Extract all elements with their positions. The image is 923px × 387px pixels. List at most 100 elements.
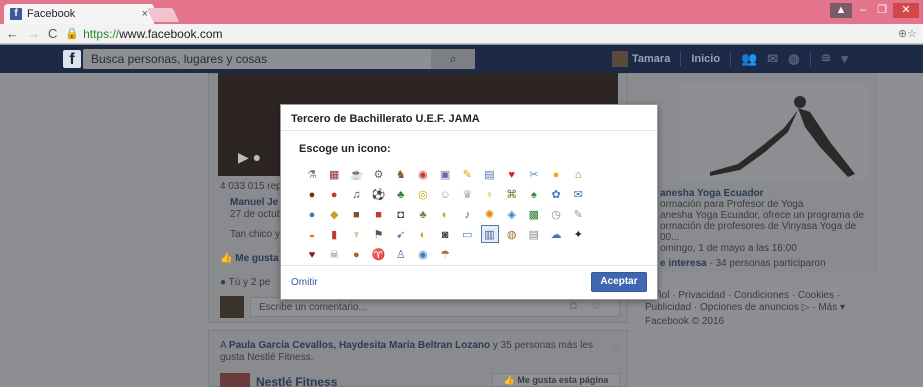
flower-pot-icon[interactable]: ♆ [347, 225, 365, 243]
clock-icon[interactable]: ◷ [547, 205, 565, 223]
likes-summary[interactable]: ● Tú y 2 pe [220, 277, 270, 288]
leaf-icon[interactable]: ◆ [325, 205, 343, 223]
back-arrow-icon[interactable]: ← [6, 26, 19, 41]
mug-icon[interactable]: ☕ [347, 165, 365, 183]
omit-link[interactable]: Omitir [291, 277, 318, 288]
tree-icon[interactable]: ♣ [392, 185, 410, 203]
new-tab-button[interactable] [146, 8, 180, 22]
page-name[interactable]: Nestlé Fitness [256, 375, 337, 387]
flask-icon[interactable]: ⚗ [303, 165, 321, 183]
ring-icon[interactable]: ◎ [414, 185, 432, 203]
url-field[interactable]: 🔒 https://www.facebook.com [65, 27, 222, 41]
reload-icon[interactable]: C [48, 26, 57, 41]
envelope-icon[interactable]: ✉ [569, 185, 587, 203]
plane-icon[interactable]: ➹ [392, 225, 410, 243]
wine-icon[interactable]: ♥ [303, 245, 321, 263]
lightbulb-icon[interactable]: ♀ [481, 185, 499, 203]
maximize-icon[interactable]: ❐ [874, 3, 890, 18]
cheese-icon[interactable]: ◐ [414, 225, 432, 243]
soccer-ball-icon[interactable]: ⚽ [370, 185, 388, 203]
guitar-icon[interactable]: ♪ [458, 205, 476, 223]
cake-icon[interactable]: ◉ [414, 165, 432, 183]
graduation-icon[interactable]: ♛ [458, 185, 476, 203]
chalkboard-icon[interactable]: ▩ [525, 205, 543, 223]
basketball-icon[interactable]: ● [347, 245, 365, 263]
globe-icon[interactable]: ✿ [547, 185, 565, 203]
minimize-icon[interactable]: – [855, 3, 871, 18]
browser-tab-facebook[interactable]: f Facebook × [4, 4, 154, 24]
like-button[interactable]: 👍 Me gusta [220, 253, 279, 264]
sunflower-icon[interactable]: ✺ [481, 205, 499, 223]
apple-icon[interactable]: ● [325, 185, 343, 203]
page-like-button[interactable]: 👍 Me gusta esta página [492, 373, 620, 387]
interest-link[interactable]: e interesa [660, 258, 707, 269]
comment-input[interactable]: Escribe un comentario... ◘ ☺ [250, 297, 620, 317]
cup-icon[interactable]: ▮ [325, 225, 343, 243]
cloud-icon[interactable]: ☁ [547, 225, 565, 243]
pizza-icon[interactable]: ◒ [303, 225, 321, 243]
facebook-search-input[interactable]: Busca personas, lugares y cosas ⌕ [83, 49, 475, 69]
footer-links-1[interactable]: pañol · Privacidad · Condiciones · Cooki… [645, 290, 840, 301]
avatar[interactable] [612, 51, 628, 67]
potion-icon[interactable]: ♙ [392, 245, 410, 263]
forward-arrow-icon[interactable]: → [27, 26, 40, 41]
camera-icon[interactable]: ◘ [392, 205, 410, 223]
cookie-icon[interactable]: ◍ [503, 225, 521, 243]
monitor-icon[interactable]: ▭ [458, 225, 476, 243]
browser-tab-bar: f Facebook × ▲ – ❐ ✕ [0, 0, 923, 24]
camera-icon[interactable]: ◘ [570, 300, 577, 312]
facebook-logo-icon[interactable]: f [63, 50, 81, 68]
coin-icon[interactable]: ● [547, 165, 565, 183]
music-icon[interactable]: ♫ [347, 185, 365, 203]
pen-icon[interactable]: ✎ [569, 205, 587, 223]
yoga-photo[interactable] [680, 82, 870, 182]
post-author[interactable]: Manuel Je [230, 197, 278, 208]
plant-icon[interactable]: ♣ [414, 205, 432, 223]
bike-icon[interactable]: ⚙ [370, 165, 388, 183]
film-icon[interactable]: ▦ [325, 165, 343, 183]
cactus-icon[interactable]: ♠ [525, 185, 543, 203]
accept-button[interactable]: Aceptar [591, 272, 647, 292]
friend-requests-icon[interactable]: 👥 [741, 51, 757, 67]
picture-icon[interactable]: ■ [347, 205, 365, 223]
mushroom-icon[interactable]: ☂ [436, 245, 454, 263]
heart-icon[interactable]: ♥ [503, 165, 521, 183]
earth-icon[interactable]: ● [303, 205, 321, 223]
wrench-icon[interactable]: ✂ [525, 165, 543, 183]
notifications-globe-icon[interactable]: ◍ [788, 51, 799, 67]
ski-icon[interactable]: ⚑ [370, 225, 388, 243]
chevron-down-icon[interactable]: ⌵ [612, 340, 620, 351]
skull-icon[interactable]: ☠ [325, 245, 343, 263]
horse-icon[interactable]: ♞ [392, 165, 410, 183]
messages-icon[interactable]: ✉ [767, 51, 778, 67]
film-reel-icon[interactable]: ◉ [414, 245, 432, 263]
palette-icon[interactable]: ◐ [436, 205, 454, 223]
account-menu-chevron-icon[interactable]: ▾ [841, 51, 848, 67]
pin-icon[interactable]: ♈ [370, 245, 388, 263]
footer-links-2[interactable]: Publicidad · Opciones de anuncios ▷ · Má… [645, 302, 845, 313]
pencil-icon[interactable]: ✎ [458, 165, 476, 183]
play-icon[interactable]: ▶ ● [238, 149, 261, 166]
shield-icon[interactable]: ◈ [503, 205, 521, 223]
emoji-icon[interactable]: ☺ [590, 300, 601, 312]
trophy-icon[interactable]: ⌘ [503, 185, 521, 203]
grad-cap-icon[interactable]: ✦ [569, 225, 587, 243]
profile-icon[interactable]: ▲ [830, 3, 852, 18]
profile-link[interactable]: Tamara [632, 53, 670, 65]
social-names[interactable]: Paula García Cevallos, Haydesita María B… [229, 340, 490, 351]
disc-icon[interactable]: ◙ [436, 225, 454, 243]
book-purple-icon[interactable]: ▣ [436, 165, 454, 183]
home-link[interactable]: Inicio [691, 53, 720, 65]
document-icon[interactable]: ▤ [525, 225, 543, 243]
event-title[interactable]: anesha Yoga Ecuador [660, 188, 764, 199]
computer-icon[interactable]: ▤ [481, 165, 499, 183]
gamepad-icon[interactable]: ☺ [436, 185, 454, 203]
football-icon[interactable]: ● [303, 185, 321, 203]
gift-icon[interactable]: ■ [370, 205, 388, 223]
book-icon[interactable]: ▥ [480, 225, 499, 243]
quick-help-icon[interactable]: ≘ [821, 51, 832, 67]
zoom-star-icons[interactable]: ⊕☆ [898, 27, 917, 40]
close-window-icon[interactable]: ✕ [893, 3, 919, 18]
house-icon[interactable]: ⌂ [569, 165, 587, 183]
search-icon[interactable]: ⌕ [431, 49, 475, 69]
